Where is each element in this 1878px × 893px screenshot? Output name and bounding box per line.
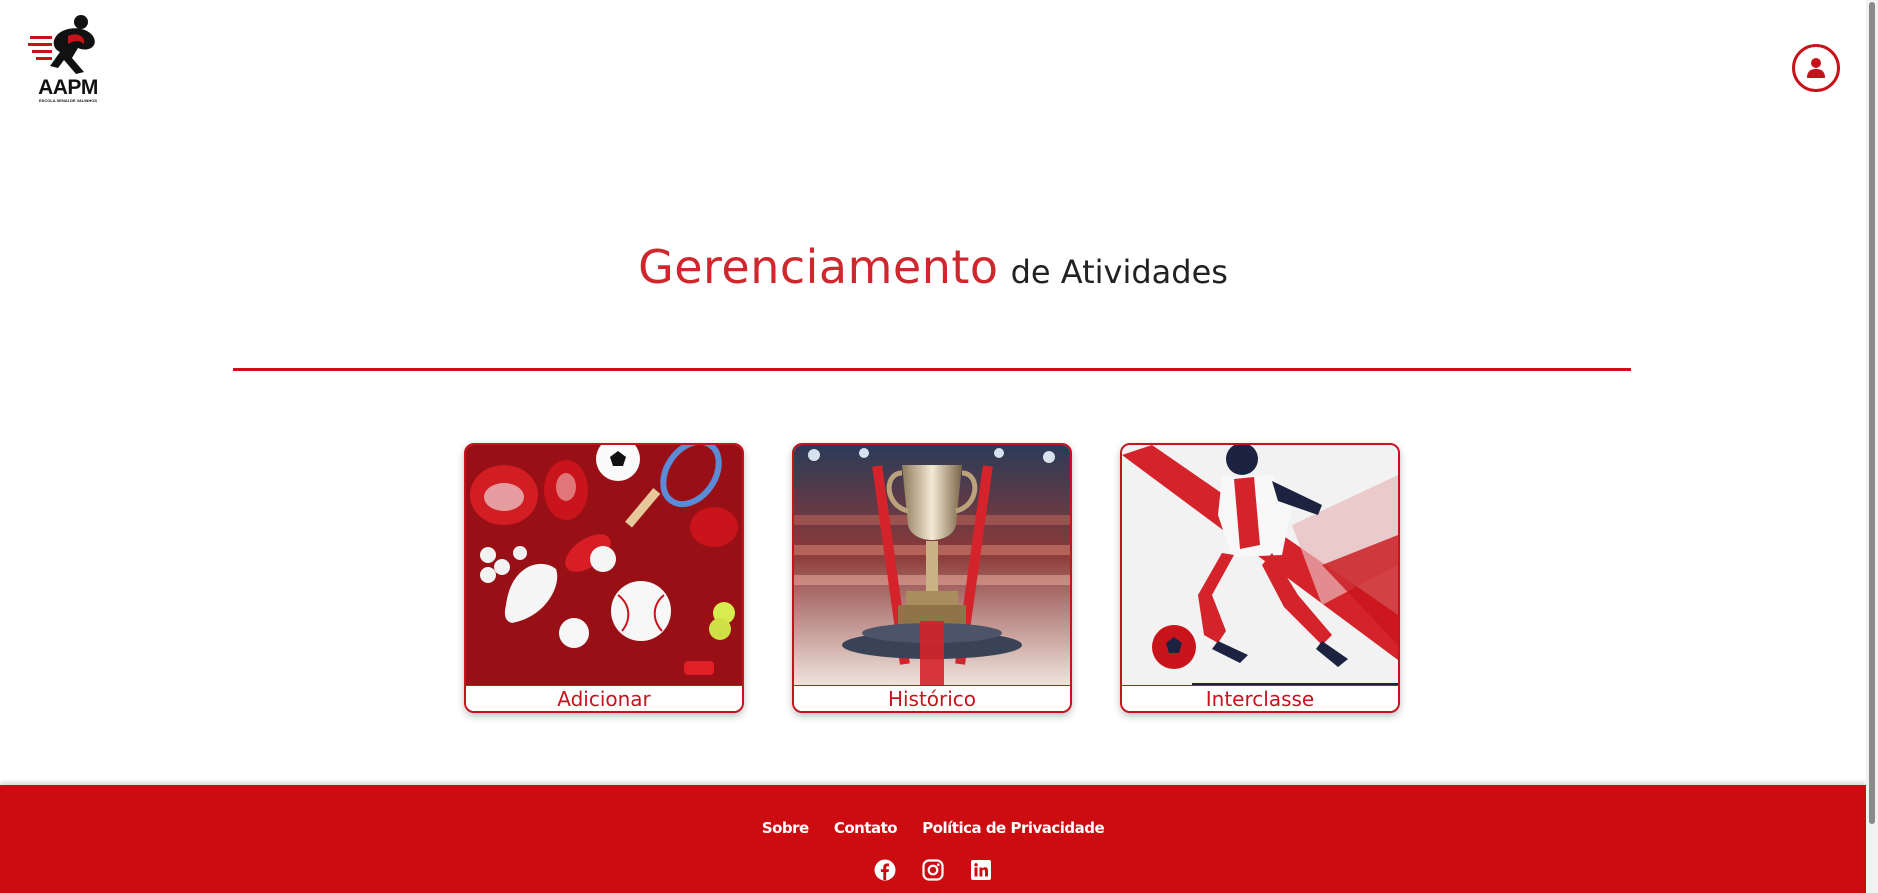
soccer-player-image xyxy=(1122,445,1398,686)
logo[interactable]: AAPM ESCOLA SENAI DE VALINHOS xyxy=(28,14,108,106)
instagram-icon[interactable] xyxy=(922,859,944,881)
header: AAPM ESCOLA SENAI DE VALINHOS xyxy=(0,0,1866,120)
facebook-icon[interactable] xyxy=(874,859,896,881)
footer-link-contato[interactable]: Contato xyxy=(834,819,898,837)
logo-subtext: ESCOLA SENAI DE VALINHOS xyxy=(38,98,97,103)
footer: Sobre Contato Política de Privacidade xyxy=(0,785,1866,893)
vertical-scrollbar[interactable] xyxy=(1866,0,1878,893)
logo-text: AAPM xyxy=(38,76,98,99)
card-label: Histórico xyxy=(794,685,1070,711)
user-account-button[interactable] xyxy=(1792,44,1840,92)
card-label: Interclasse xyxy=(1122,685,1398,711)
runner-logo-icon xyxy=(28,15,95,74)
page-title-main: Gerenciamento xyxy=(638,240,999,294)
user-icon xyxy=(1807,58,1825,78)
page-title: Gerenciamento de Atividades xyxy=(0,240,1866,294)
title-divider xyxy=(233,368,1631,371)
footer-link-sobre[interactable]: Sobre xyxy=(762,819,809,837)
footer-links: Sobre Contato Política de Privacidade xyxy=(0,818,1866,837)
card-label: Adicionar xyxy=(466,685,742,711)
page-title-sub: de Atividades xyxy=(1010,253,1228,291)
footer-social-icons xyxy=(0,859,1866,881)
sports-equipment-image xyxy=(466,445,742,686)
trophy-image xyxy=(794,445,1070,686)
scrollbar-thumb[interactable] xyxy=(1869,2,1875,824)
footer-link-privacidade[interactable]: Política de Privacidade xyxy=(922,819,1105,837)
card-adicionar[interactable]: Adicionar xyxy=(464,443,744,713)
card-interclasse[interactable]: Interclasse xyxy=(1120,443,1400,713)
linkedin-icon[interactable] xyxy=(970,859,992,881)
card-historico[interactable]: Histórico xyxy=(792,443,1072,713)
